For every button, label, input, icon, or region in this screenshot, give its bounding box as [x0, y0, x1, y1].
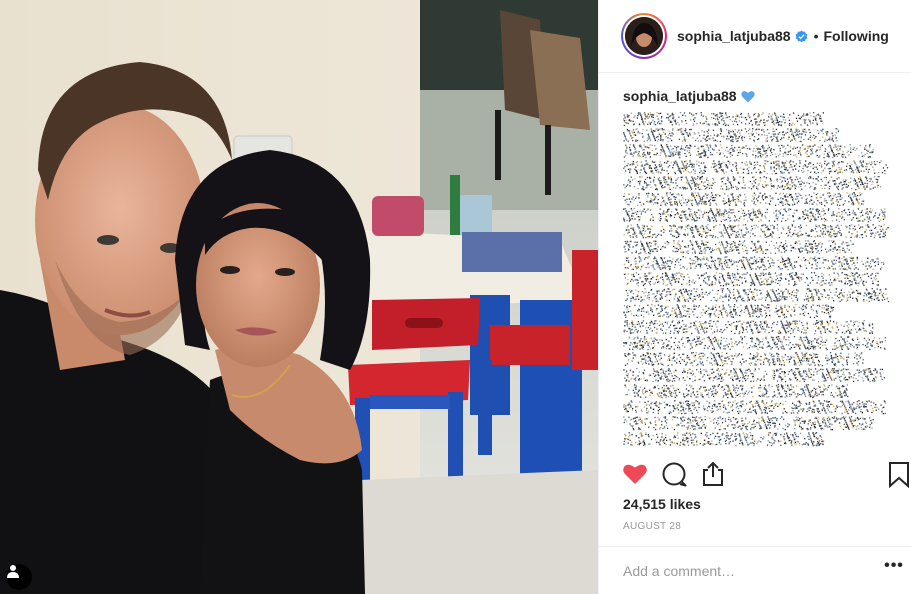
caption-author[interactable]: sophia_latjuba88	[623, 88, 737, 104]
obscured-caption-text	[623, 112, 890, 447]
save-button[interactable]	[885, 460, 911, 489]
person-tag-icon	[7, 565, 19, 578]
share-icon	[703, 461, 723, 486]
action-bar	[621, 460, 911, 490]
more-options-button[interactable]: •••	[882, 558, 906, 581]
comment-button[interactable]	[660, 460, 688, 488]
following-button[interactable]: Following	[824, 28, 889, 44]
post-photo[interactable]	[0, 0, 598, 594]
avatar-image	[625, 17, 663, 55]
heart-filled-icon	[623, 464, 647, 484]
bookmark-icon	[889, 462, 909, 489]
post-header: sophia_latjuba88 • Following	[599, 0, 911, 73]
user-tag-button[interactable]	[6, 564, 32, 590]
comment-input[interactable]	[623, 561, 863, 581]
author-username[interactable]: sophia_latjuba88	[677, 28, 791, 44]
share-button[interactable]	[699, 460, 727, 488]
verified-badge-icon	[795, 29, 807, 42]
post-date[interactable]: AUGUST 28	[623, 521, 681, 532]
separator-dot: •	[813, 28, 819, 44]
post-side-panel: sophia_latjuba88 • Following sophia_latj…	[598, 0, 911, 594]
comment-bar: •••	[599, 546, 911, 594]
blue-heart-emoji-icon	[740, 90, 755, 102]
likes-count[interactable]: 24,515 likes	[623, 496, 701, 512]
caption: sophia_latjuba88	[623, 88, 891, 458]
photo-scene	[0, 0, 598, 594]
avatar[interactable]	[621, 13, 667, 59]
speech-bubble-icon	[662, 462, 687, 487]
like-button[interactable]	[621, 460, 649, 488]
